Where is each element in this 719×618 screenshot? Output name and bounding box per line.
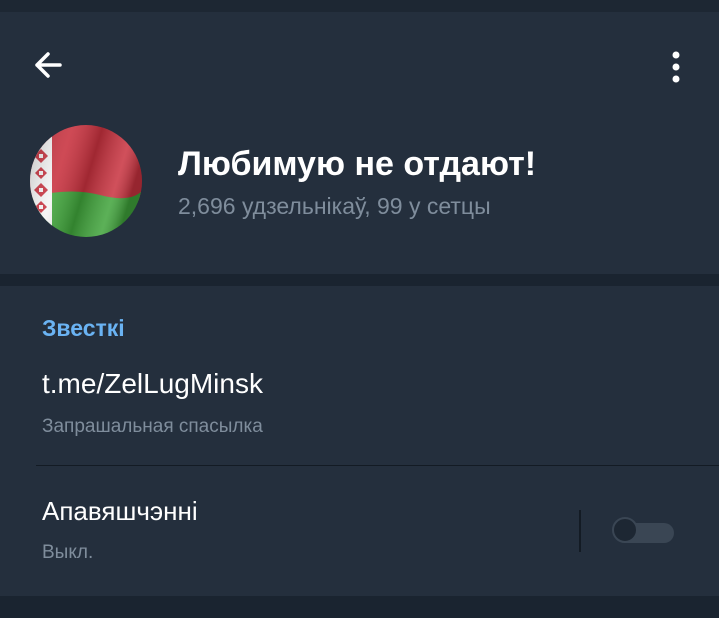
section-gap: [0, 274, 719, 286]
more-vertical-icon: [672, 51, 680, 83]
back-button[interactable]: [28, 50, 74, 80]
avatar[interactable]: [30, 125, 142, 237]
member-count: 2,696 удзельнікаў, 99 у сетцы: [178, 193, 491, 219]
vertical-divider: [579, 510, 581, 552]
info-section: Звесткі t.me/ZelLugMinsk Запрашальная сп…: [0, 286, 719, 596]
notifications-status: Выкл.: [42, 542, 94, 563]
notifications-toggle[interactable]: [612, 517, 676, 547]
invite-link-caption: Запрашальная спасылка: [42, 416, 263, 437]
belarus-flag-icon: [30, 125, 142, 237]
more-options-button[interactable]: [664, 48, 688, 88]
invite-link[interactable]: t.me/ZelLugMinsk: [42, 368, 263, 400]
section-title: Звесткі: [42, 315, 125, 341]
invite-link-row[interactable]: t.me/ZelLugMinsk Запрашальная спасылка: [0, 356, 719, 466]
chat-info-header: Любимую не отдают! 2,696 удзельнікаў, 99…: [0, 12, 719, 274]
notifications-label: Апавяшчэнні: [42, 496, 198, 526]
status-bar: [0, 0, 719, 12]
arrow-left-icon: [35, 52, 62, 78]
chat-title: Любимую не отдают!: [178, 145, 537, 183]
toggle-knob: [612, 517, 638, 543]
notifications-row[interactable]: Апавяшчэнні Выкл.: [0, 466, 719, 586]
bottom-area: [0, 596, 719, 618]
